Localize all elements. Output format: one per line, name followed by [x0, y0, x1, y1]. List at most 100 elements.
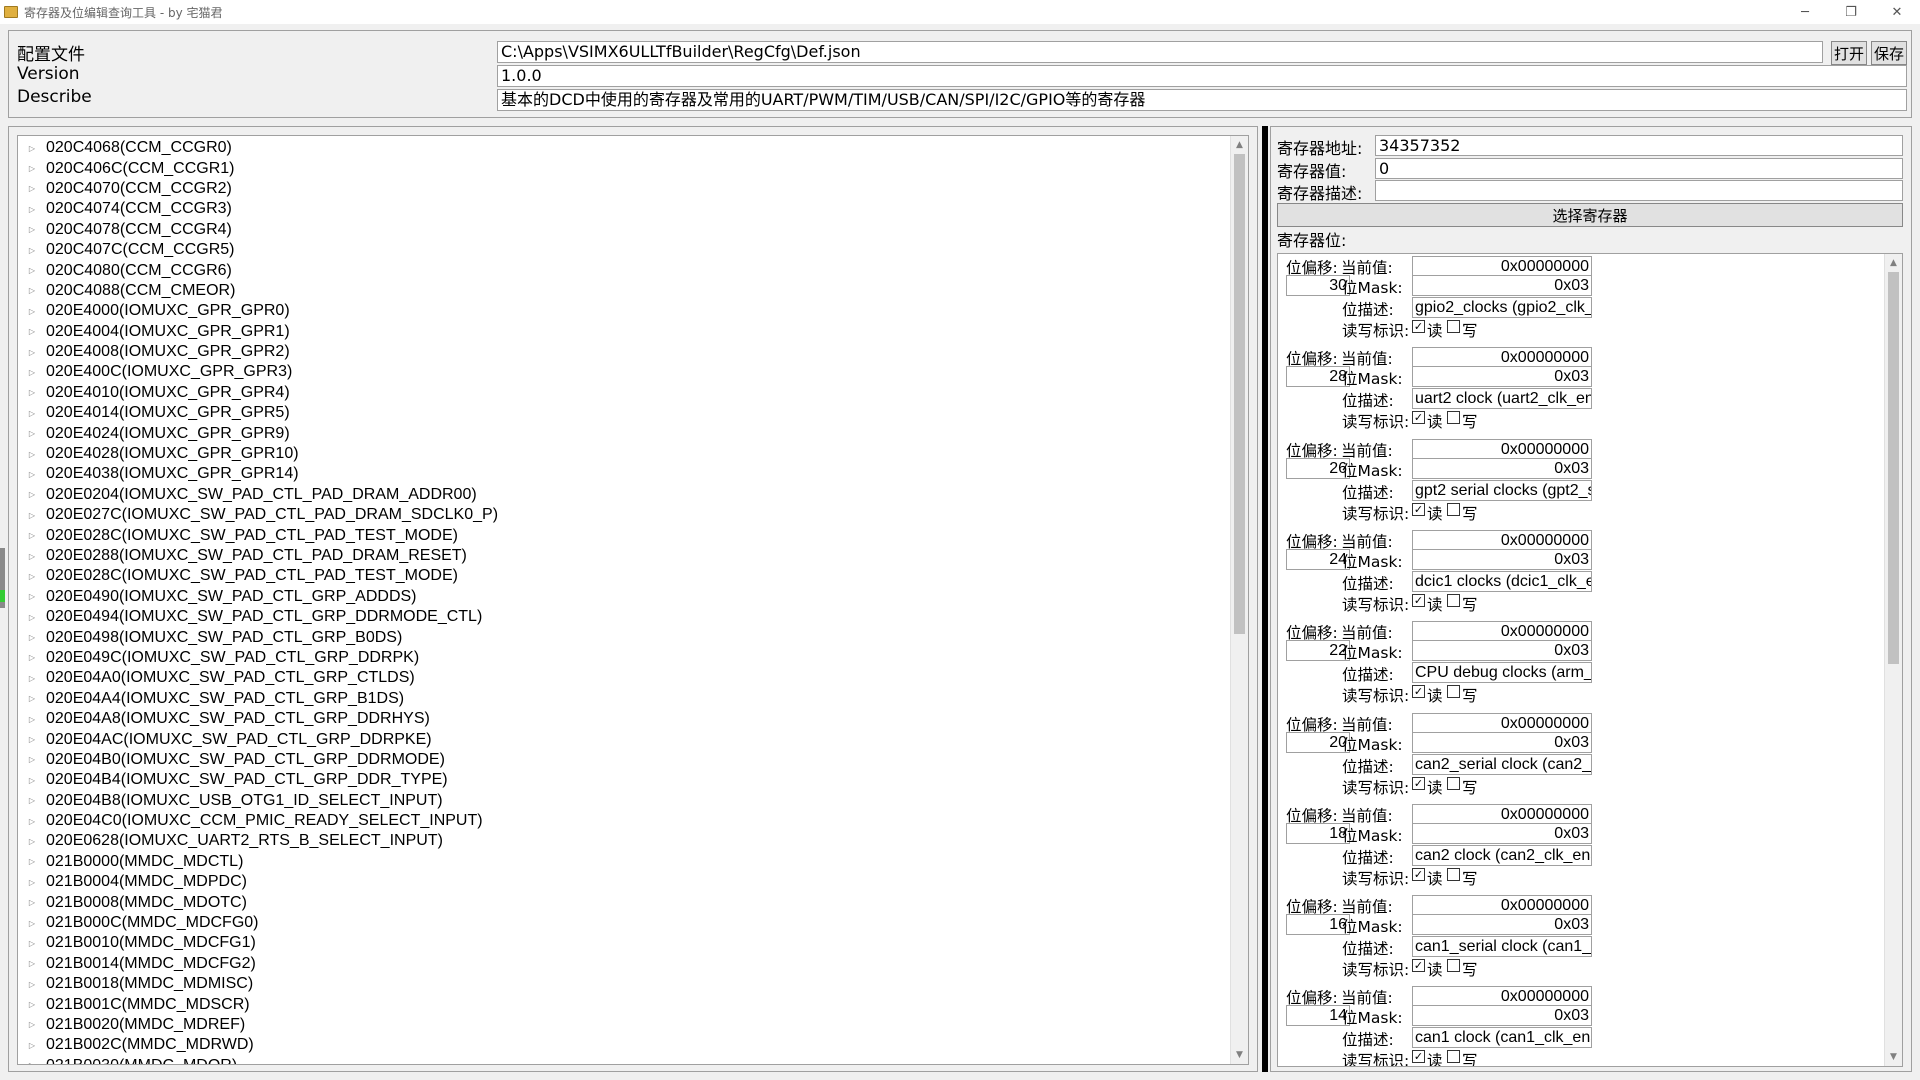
register-bits-list[interactable]: 位偏移: 当前值: 0x00000000 30 位Mask: 0x03 位描述: gpio2_… [1277, 253, 1903, 1067]
bit-current-field[interactable]: 0x00000000 [1412, 621, 1592, 643]
tree-item[interactable]: ▷ 020E0490(IOMUXC_SW_PAD_CTL_GRP_ADDDS) [18, 587, 498, 607]
expand-arrow-icon[interactable]: ▷ [26, 898, 38, 907]
bit-mask-field[interactable]: 0x03 [1412, 822, 1592, 844]
tree-item[interactable]: ▷ 020C4074(CCM_CCGR3) [18, 199, 498, 219]
tree-item[interactable]: ▷ 020E0498(IOMUXC_SW_PAD_CTL_GRP_B0DS) [18, 627, 498, 647]
read-checkbox[interactable]: ✓ [1412, 685, 1425, 699]
panel-splitter[interactable] [1262, 126, 1268, 1072]
write-checkbox[interactable] [1447, 1050, 1460, 1064]
bit-offset-field[interactable]: 24 [1286, 548, 1350, 570]
bit-current-field[interactable]: 0x00000000 [1412, 803, 1592, 825]
bit-mask-field[interactable]: 0x03 [1412, 366, 1592, 388]
tree-item[interactable]: ▷ 020E04A4(IOMUXC_SW_PAD_CTL_GRP_B1DS) [18, 689, 498, 709]
bit-offset-field[interactable]: 18 [1286, 822, 1350, 844]
tree-item[interactable]: ▷ 020C4078(CCM_CCGR4) [18, 220, 498, 240]
bit-offset-field[interactable]: 26 [1286, 457, 1350, 479]
bit-current-field[interactable]: 0x00000000 [1412, 895, 1592, 917]
expand-arrow-icon[interactable]: ▷ [26, 939, 38, 948]
tree-item[interactable]: ▷ 020E0494(IOMUXC_SW_PAD_CTL_GRP_DDRMODE_… [18, 607, 498, 627]
expand-arrow-icon[interactable]: ▷ [26, 144, 38, 153]
tree-item[interactable]: ▷ 020E027C(IOMUXC_SW_PAD_CTL_PAD_DRAM_SDC… [18, 505, 498, 525]
register-value-field[interactable]: 0 [1375, 158, 1903, 179]
bit-offset-field[interactable]: 30 [1286, 275, 1350, 296]
tree-item[interactable]: ▷ 020E04B8(IOMUXC_USB_OTG1_ID_SELECT_INPU… [18, 791, 498, 811]
bit-mask-field[interactable]: 0x03 [1412, 548, 1592, 570]
tree-item[interactable]: ▷ 021B0004(MMDC_MDPDC) [18, 872, 498, 892]
scroll-down-icon[interactable]: ▼ [1885, 1048, 1902, 1066]
expand-arrow-icon[interactable]: ▷ [26, 1020, 38, 1029]
write-checkbox[interactable] [1447, 320, 1460, 333]
expand-arrow-icon[interactable]: ▷ [26, 388, 38, 397]
bit-desc-field[interactable]: can1_serial clock (can1_serial_clk_enabl… [1412, 936, 1592, 958]
expand-arrow-icon[interactable]: ▷ [26, 409, 38, 418]
register-address-field[interactable]: 34357352 [1375, 135, 1903, 156]
describe-field[interactable]: 基本的DCD中使用的寄存器及常用的UART/PWM/TIM/USB/CAN/SP… [497, 89, 1907, 111]
tree-item[interactable]: ▷ 020E4010(IOMUXC_GPR_GPR4) [18, 383, 498, 403]
config-file-field[interactable]: C:\Apps\VSIMX6ULLTfBuilder\RegCfg\Def.js… [497, 41, 1823, 63]
tree-item[interactable]: ▷ 020C406C(CCM_CCGR1) [18, 158, 498, 178]
expand-arrow-icon[interactable]: ▷ [26, 878, 38, 887]
bit-mask-field[interactable]: 0x03 [1412, 914, 1592, 936]
select-register-button[interactable]: 选择寄存器 [1277, 203, 1903, 227]
tree-item[interactable]: ▷ 020C4080(CCM_CCGR6) [18, 260, 498, 280]
scroll-up-icon[interactable]: ▲ [1231, 136, 1248, 154]
expand-arrow-icon[interactable]: ▷ [26, 653, 38, 662]
expand-arrow-icon[interactable]: ▷ [26, 164, 38, 173]
read-checkbox[interactable]: ✓ [1412, 1050, 1425, 1064]
expand-arrow-icon[interactable]: ▷ [26, 919, 38, 928]
tree-item[interactable]: ▷ 021B0014(MMDC_MDCFG2) [18, 954, 498, 974]
bit-desc-field[interactable]: can2 clock (can2_clk_enable) [1412, 844, 1592, 866]
tree-item[interactable]: ▷ 020E04A8(IOMUXC_SW_PAD_CTL_GRP_DDRHYS) [18, 709, 498, 729]
bit-current-field[interactable]: 0x00000000 [1412, 438, 1592, 460]
tree-item[interactable]: ▷ 021B0018(MMDC_MDMISC) [18, 974, 498, 994]
expand-arrow-icon[interactable]: ▷ [26, 817, 38, 826]
bit-desc-field[interactable]: dcic1 clocks (dcic1_clk_enable) [1412, 570, 1592, 592]
bit-current-field[interactable]: 0x00000000 [1412, 986, 1592, 1008]
bit-desc-field[interactable]: CPU debug clocks (arm_dbg_clk_enable) [1412, 662, 1592, 684]
read-checkbox[interactable]: ✓ [1412, 502, 1425, 516]
expand-arrow-icon[interactable]: ▷ [26, 735, 38, 744]
bit-desc-field[interactable]: gpt2 serial clocks (gpt2_serial_clk_enab… [1412, 479, 1592, 501]
expand-arrow-icon[interactable]: ▷ [26, 857, 38, 866]
bit-offset-field[interactable]: 16 [1286, 914, 1350, 936]
bits-scrollbar[interactable]: ▲ ▼ [1884, 254, 1902, 1066]
expand-arrow-icon[interactable]: ▷ [26, 1000, 38, 1009]
bit-mask-field[interactable]: 0x03 [1412, 640, 1592, 662]
bit-offset-field[interactable]: 22 [1286, 640, 1350, 662]
expand-arrow-icon[interactable]: ▷ [26, 225, 38, 234]
write-checkbox[interactable] [1447, 959, 1460, 973]
tree-item[interactable]: ▷ 021B002C(MMDC_MDRWD) [18, 1035, 498, 1055]
bit-desc-field[interactable]: can1 clock (can1_clk_enable) [1412, 1027, 1592, 1049]
bit-offset-field[interactable]: 28 [1286, 366, 1350, 388]
tree-item[interactable]: ▷ 021B0010(MMDC_MDCFG1) [18, 933, 498, 953]
tree-item[interactable]: ▷ 020E0628(IOMUXC_UART2_RTS_B_SELECT_INPU… [18, 831, 498, 851]
tree-item[interactable]: ▷ 020E04B4(IOMUXC_SW_PAD_CTL_GRP_DDR_TYPE… [18, 770, 498, 790]
bit-current-field[interactable]: 0x00000000 [1412, 712, 1592, 734]
register-tree[interactable]: ▷ 020C4068(CCM_CCGR0) ▷ 020C406C(CCM_CCGR1)… [17, 135, 1249, 1065]
expand-arrow-icon[interactable]: ▷ [26, 531, 38, 540]
bit-mask-field[interactable]: 0x03 [1412, 275, 1592, 296]
expand-arrow-icon[interactable]: ▷ [26, 1041, 38, 1050]
expand-arrow-icon[interactable]: ▷ [26, 450, 38, 459]
expand-arrow-icon[interactable]: ▷ [26, 429, 38, 438]
write-checkbox[interactable] [1447, 776, 1460, 790]
bit-mask-field[interactable]: 0x03 [1412, 1005, 1592, 1027]
expand-arrow-icon[interactable]: ▷ [26, 572, 38, 581]
read-checkbox[interactable]: ✓ [1412, 320, 1425, 333]
restore-button[interactable]: ❐ [1828, 0, 1874, 24]
tree-scrollbar[interactable]: ▲ ▼ [1230, 136, 1248, 1064]
tree-item[interactable]: ▷ 021B001C(MMDC_MDSCR) [18, 994, 498, 1014]
tree-item[interactable]: ▷ 020E4000(IOMUXC_GPR_GPR0) [18, 301, 498, 321]
expand-arrow-icon[interactable]: ▷ [26, 246, 38, 255]
scroll-up-icon[interactable]: ▲ [1885, 254, 1902, 272]
expand-arrow-icon[interactable]: ▷ [26, 368, 38, 377]
write-checkbox[interactable] [1447, 502, 1460, 516]
tree-item[interactable]: ▷ 020E4014(IOMUXC_GPR_GPR5) [18, 403, 498, 423]
bit-desc-field[interactable]: gpio2_clocks (gpio2_clk_enable) [1412, 297, 1592, 318]
tree-item[interactable]: ▷ 020E0288(IOMUXC_SW_PAD_CTL_PAD_DRAM_RES… [18, 546, 498, 566]
read-checkbox[interactable]: ✓ [1412, 867, 1425, 881]
tree-item[interactable]: ▷ 020E4008(IOMUXC_GPR_GPR2) [18, 342, 498, 362]
expand-arrow-icon[interactable]: ▷ [26, 286, 38, 295]
bits-scroll-thumb[interactable] [1888, 272, 1899, 664]
tree-item[interactable]: ▷ 021B000C(MMDC_MDCFG0) [18, 913, 498, 933]
